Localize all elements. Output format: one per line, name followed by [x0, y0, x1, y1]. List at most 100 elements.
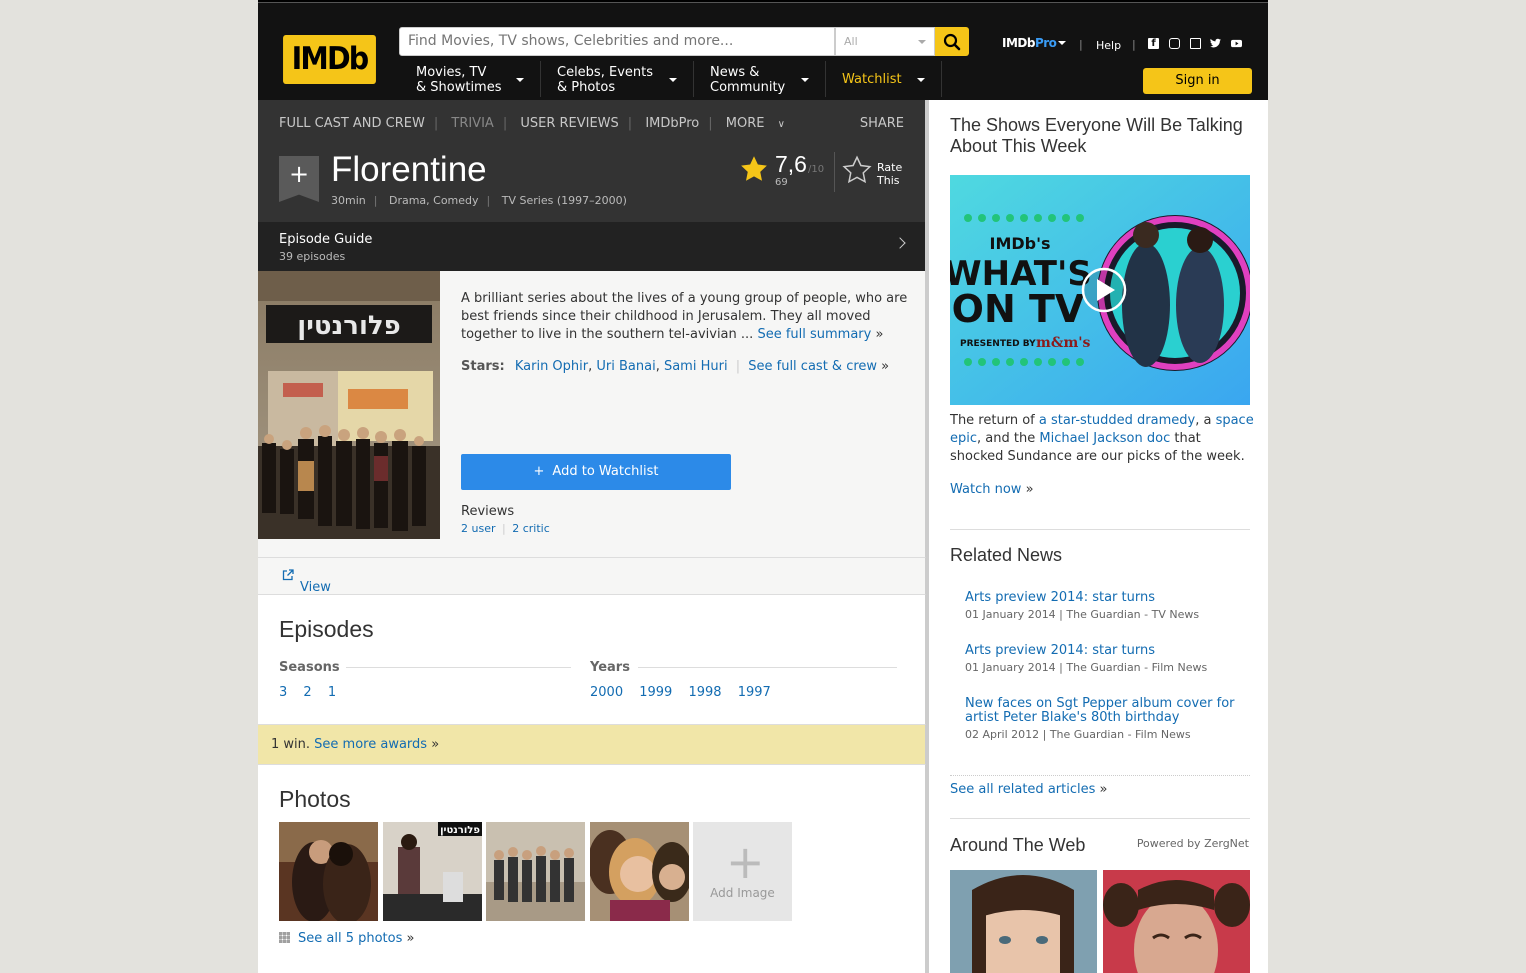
news-title-link[interactable]: New faces on Sgt Pepper album cover for …: [965, 697, 1250, 725]
news-item: New faces on Sgt Pepper album cover for …: [965, 697, 1250, 742]
web-thumbnail[interactable]: [950, 870, 1097, 973]
photo-thumbnail[interactable]: [486, 822, 585, 921]
imdbpro-info-link[interactable]: View production, box office, & company i…: [279, 569, 374, 685]
double-chevron-down-icon: ∨: [777, 119, 785, 130]
user-reviews-link[interactable]: 2 user: [461, 522, 496, 535]
subnav-user-reviews[interactable]: USER REVIEWS: [520, 116, 618, 131]
add-image-label: Add Image: [710, 886, 775, 900]
divider: [346, 667, 571, 668]
twitter-icon[interactable]: [1210, 38, 1221, 49]
awards-text: 1 win.: [271, 737, 311, 752]
awards-bar: 1 win. See more awards »: [258, 724, 926, 765]
menu-label: Watchlist: [842, 72, 902, 87]
menu-label: & Photos: [557, 80, 616, 95]
rating-count[interactable]: 69: [775, 177, 788, 188]
imdbpro-info-bar: View production, box office, & company i…: [258, 557, 926, 685]
rate-this-button[interactable]: Rate This: [877, 161, 902, 187]
stars-label: Stars:: [461, 359, 505, 374]
grid-icon: [279, 932, 290, 943]
star-outline-icon[interactable]: [842, 155, 872, 185]
episode-guide-link[interactable]: Episode Guide 39 episodes: [258, 222, 926, 271]
chevron-down-icon: [917, 78, 925, 82]
photo-thumbnail[interactable]: פלורנטין: [383, 822, 482, 921]
release-info[interactable]: TV Series (1997–2000): [502, 194, 627, 207]
year-link[interactable]: 1998: [688, 685, 721, 700]
see-all-photos-link[interactable]: See all 5 photos: [298, 931, 402, 946]
search-icon: [943, 33, 961, 51]
divider: [834, 152, 835, 192]
watch-now-link[interactable]: Watch now: [950, 482, 1021, 497]
see-full-summary-link[interactable]: See full summary: [757, 327, 871, 342]
plot-summary: A brilliant series about the lives of a …: [461, 291, 908, 342]
seasons-label: Seasons: [279, 660, 340, 675]
news-title-link[interactable]: Arts preview 2014: star turns: [965, 591, 1250, 605]
year-link[interactable]: 2000: [590, 685, 623, 700]
imdb-logo[interactable]: IMDb: [283, 35, 376, 84]
whats-on-tv-promo[interactable]: IMDb's WHAT'S ON TV PRESENTED BY m&m's: [950, 175, 1250, 405]
year-link[interactable]: 1999: [639, 685, 672, 700]
chevron-down-icon: [669, 78, 677, 82]
related-news-heading: Related News: [950, 545, 1063, 565]
menu-news-community[interactable]: News & Community: [694, 61, 826, 97]
web-thumbnail[interactable]: [1103, 870, 1250, 973]
menu-label: Movies, TV: [416, 65, 487, 80]
help-link[interactable]: Help: [1096, 39, 1121, 52]
share-button[interactable]: SHARE: [860, 116, 904, 131]
powered-by[interactable]: Powered by ZergNet: [1137, 837, 1249, 850]
see-related: See all related articles »: [950, 782, 1108, 797]
instagram-icon[interactable]: [1169, 38, 1180, 49]
star-link[interactable]: Karin Ophir: [515, 359, 588, 374]
episode-guide-title: Episode Guide: [279, 232, 373, 247]
divider: |: [1132, 38, 1136, 51]
add-to-watchlist-ribbon[interactable]: +: [279, 156, 319, 202]
youtube-icon[interactable]: [1231, 38, 1242, 49]
add-image-button[interactable]: + Add Image: [693, 822, 792, 921]
twitch-icon[interactable]: [1190, 38, 1201, 49]
poster-image[interactable]: פלורנטין: [258, 271, 440, 539]
menu-celebs-events[interactable]: Celebs, Events & Photos: [541, 61, 694, 97]
genres[interactable]: Drama, Comedy: [389, 194, 479, 207]
season-link[interactable]: 2: [303, 685, 311, 700]
menu-movies-tv[interactable]: Movies, TV & Showtimes: [400, 61, 541, 97]
season-link[interactable]: 3: [279, 685, 287, 700]
see-full-cast-link[interactable]: See full cast & crew: [748, 359, 877, 374]
see-more-awards-link[interactable]: See more awards: [314, 737, 427, 752]
subnav-more[interactable]: MORE ∨: [726, 116, 794, 131]
see-all-related-link[interactable]: See all related articles: [950, 782, 1095, 797]
runtime: 30min: [331, 194, 366, 207]
dramedy-link[interactable]: a star-studded dramedy: [1039, 413, 1195, 428]
news-item: Arts preview 2014: star turns 01 January…: [965, 644, 1250, 675]
page: IMDb Find Movies, TV shows, Celebrities …: [258, 0, 1268, 973]
subnav-imdbpro[interactable]: IMDbPro: [645, 116, 699, 131]
rating-value: 7,6: [775, 151, 807, 177]
michael-jackson-doc-link[interactable]: Michael Jackson doc: [1039, 431, 1170, 446]
divider: |: [1079, 38, 1083, 51]
menu-label: Celebs, Events: [557, 65, 653, 80]
photo-thumbnail[interactable]: [279, 822, 378, 921]
plot-summary-section: פלורנטין A brilliant series about the li…: [258, 271, 926, 557]
around-the-web-heading: Around The Web: [950, 835, 1086, 855]
facebook-icon[interactable]: f: [1148, 38, 1159, 49]
page-title: Florentine: [331, 150, 487, 189]
search-category-select[interactable]: All: [835, 27, 935, 56]
critic-reviews-link[interactable]: 2 critic: [512, 522, 550, 535]
year-link[interactable]: 1997: [738, 685, 771, 700]
add-to-watchlist-button[interactable]: + Add to Watchlist: [461, 454, 731, 490]
subnav-trivia[interactable]: TRIVIA: [451, 116, 493, 131]
search-button[interactable]: [935, 27, 969, 56]
season-link[interactable]: 1: [328, 685, 336, 700]
plus-icon: +: [533, 464, 545, 479]
subnav-full-cast[interactable]: FULL CAST AND CREW: [279, 116, 425, 131]
photo-thumbnail[interactable]: [590, 822, 689, 921]
star-link[interactable]: Sami Huri: [664, 359, 728, 374]
news-title-link[interactable]: Arts preview 2014: star turns: [965, 644, 1250, 658]
photos-section: Photos פלורנטין + Add Image See all 5 ph…: [258, 765, 926, 973]
menu-watchlist[interactable]: Watchlist: [826, 61, 942, 97]
search-input[interactable]: Find Movies, TV shows, Celebrities and m…: [399, 27, 835, 56]
photo-thumbnail-text: פלורנטין: [440, 825, 480, 836]
imdbpro-logo[interactable]: IMDbPro: [1002, 36, 1057, 50]
star-link[interactable]: Uri Banai: [596, 359, 655, 374]
rating-max: /10: [808, 164, 825, 175]
watch-now: Watch now »: [950, 482, 1034, 497]
sign-in-button[interactable]: Sign in: [1143, 68, 1252, 94]
